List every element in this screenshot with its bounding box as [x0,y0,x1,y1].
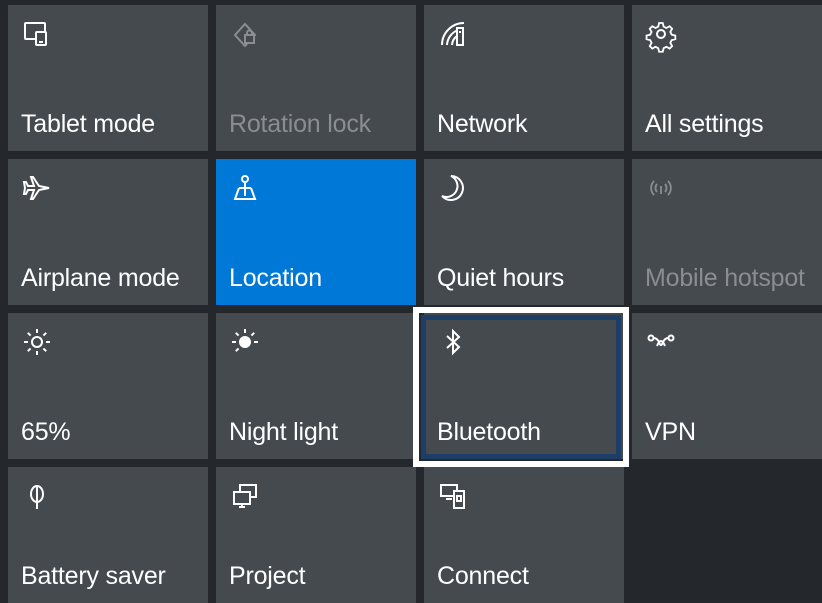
location-icon [230,173,260,203]
network-icon [438,19,468,49]
connect-tile[interactable]: Connect [424,467,624,603]
tile-label: Connect [437,562,529,590]
tile-label: 65% [21,418,71,446]
vpn-icon [646,327,676,357]
tile-label: Battery saver [21,562,166,590]
location-tile[interactable]: Location [216,159,416,305]
airplane-icon [22,173,52,203]
connect-icon [438,481,468,511]
brightness-icon [22,327,52,357]
tile-label: Tablet mode [21,110,155,138]
rotation-lock-tile[interactable]: Rotation lock [216,5,416,151]
bluetooth-tile[interactable]: Bluetooth [424,313,624,459]
tile-label: Airplane mode [21,264,180,292]
mobile-hotspot-tile[interactable]: Mobile hotspot [632,159,822,305]
airplane-mode-tile[interactable]: Airplane mode [8,159,208,305]
moon-icon [438,173,468,203]
tile-label: Network [437,110,528,138]
tile-label: VPN [645,418,696,446]
empty-slot [632,467,822,603]
project-tile[interactable]: Project [216,467,416,603]
network-tile[interactable]: Network [424,5,624,151]
project-icon [230,481,260,511]
night-light-tile[interactable]: Night light [216,313,416,459]
battery-saver-icon [22,481,52,511]
battery-saver-tile[interactable]: Battery saver [8,467,208,603]
gear-icon [645,19,677,53]
tile-label: Rotation lock [229,110,371,138]
all-settings-tile[interactable]: All settings [632,5,822,151]
tile-label: Bluetooth [437,418,541,446]
hotspot-icon [646,173,676,203]
quiet-hours-tile[interactable]: Quiet hours [424,159,624,305]
bluetooth-icon [438,327,468,357]
tile-label: Mobile hotspot [645,264,805,292]
rotation-lock-icon [230,19,260,49]
tile-label: All settings [645,110,764,138]
tablet-mode-tile[interactable]: Tablet mode [8,5,208,151]
action-center-quick-actions: Tablet mode Rotation lock Network All se… [0,0,822,603]
brightness-tile[interactable]: 65% [8,313,208,459]
tile-label: Night light [229,418,338,446]
tile-label: Quiet hours [437,264,565,292]
tile-label: Location [229,264,322,292]
tile-label: Project [229,562,306,590]
night-light-icon [230,327,260,357]
vpn-tile[interactable]: VPN [632,313,822,459]
tablet-mode-icon [22,19,52,49]
